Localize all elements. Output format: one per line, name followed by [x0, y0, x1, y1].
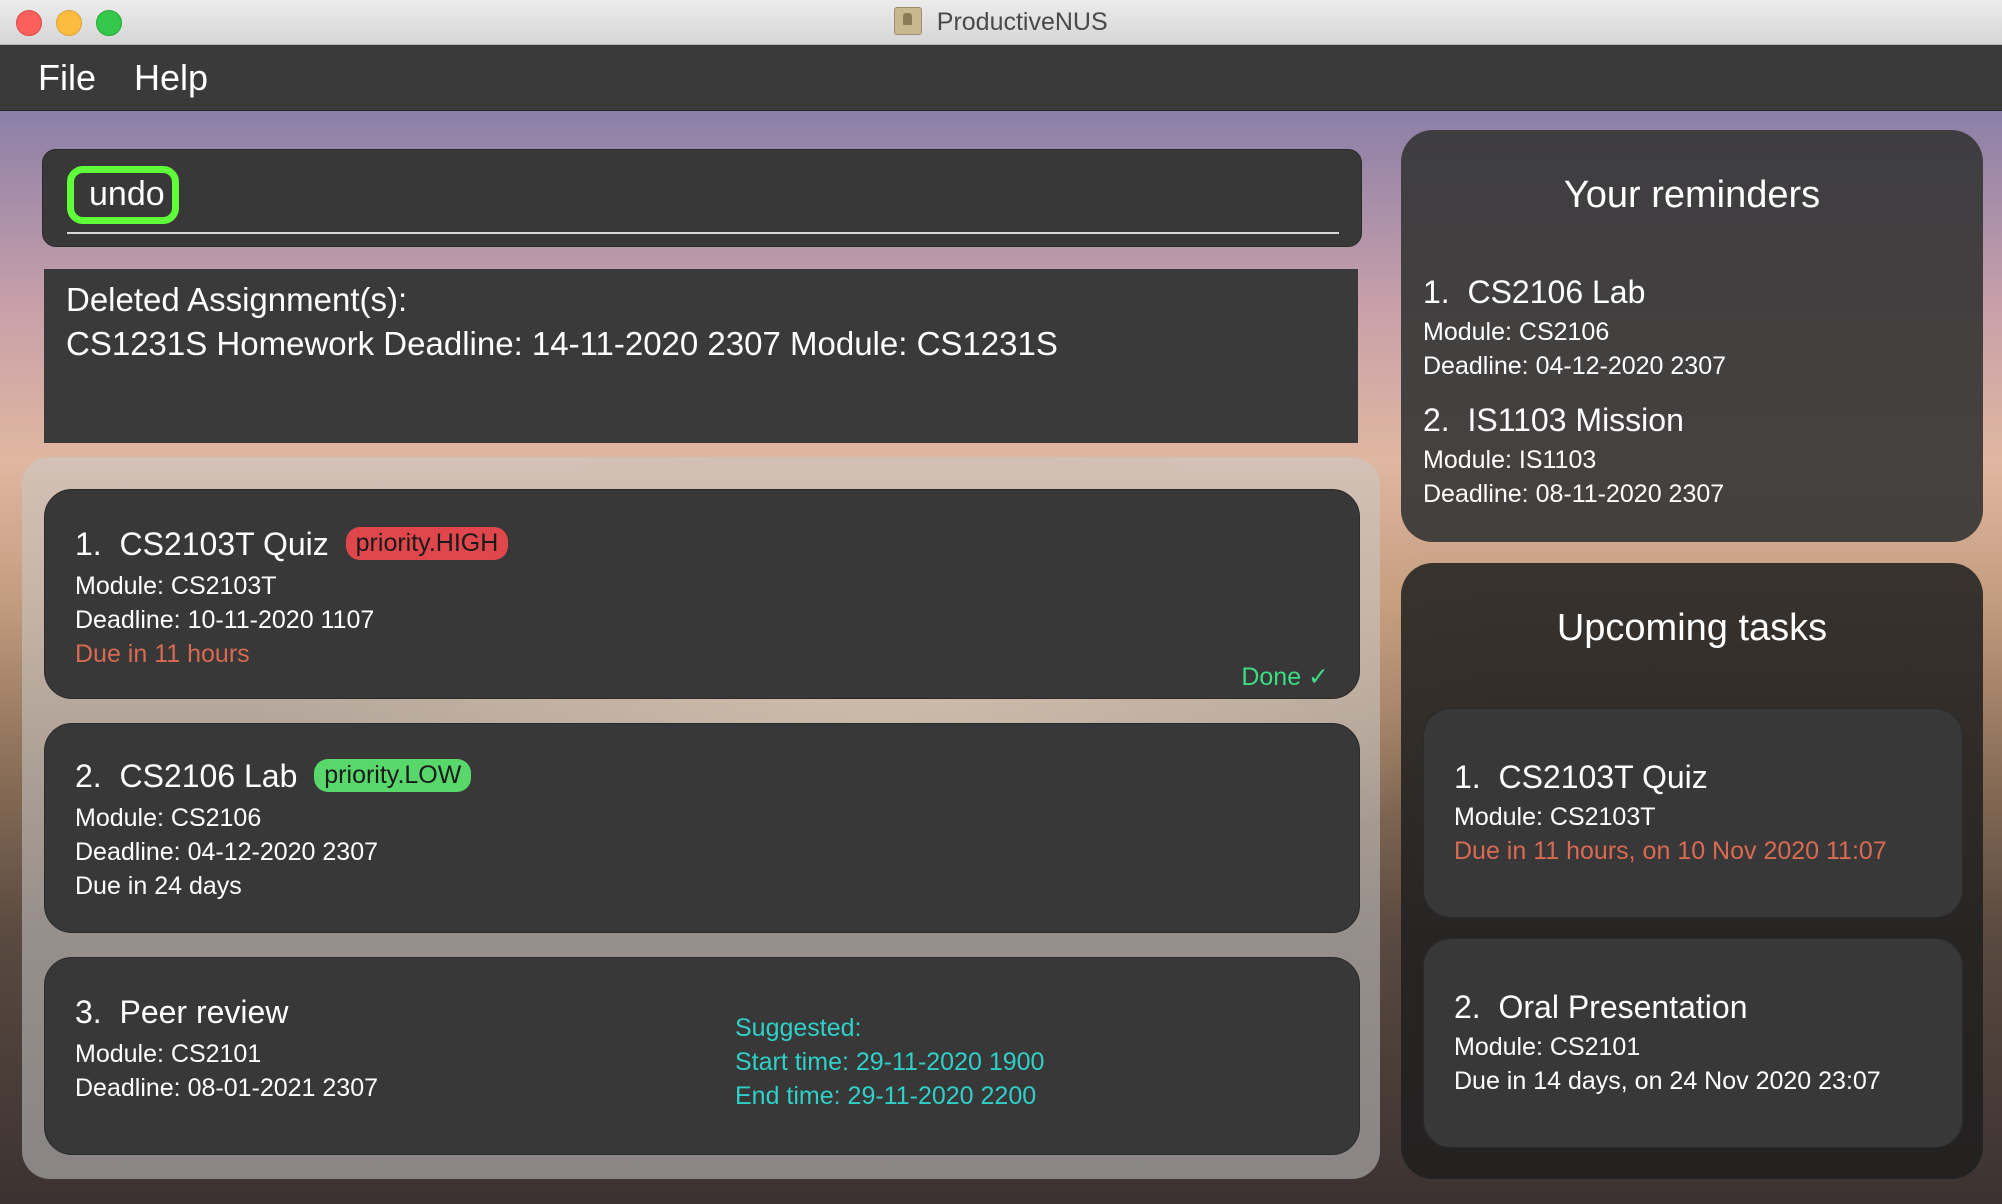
upcoming-task-index: 1.	[1454, 759, 1481, 795]
reminder-index: 1.	[1423, 274, 1450, 310]
reminder-module: Module: IS1103	[1423, 446, 1597, 474]
upcoming-task-title: 2. Oral Presentation	[1454, 989, 1747, 1026]
upcoming-task-card[interactable]: 2. Oral Presentation Module: CS2101 Due …	[1423, 938, 1963, 1148]
assignment-deadline: Deadline: 08-01-2021 2307	[75, 1074, 379, 1102]
reminder-index: 2.	[1423, 402, 1450, 438]
upcoming-task-title: 1. CS2103T Quiz	[1454, 759, 1708, 796]
upcoming-task-name: CS2103T Quiz	[1498, 759, 1708, 795]
assignment-deadline: Deadline: 04-12-2020 2307	[75, 838, 379, 866]
assignment-title: 2. CS2106 Lab priority.LOW	[75, 758, 472, 795]
upcoming-tasks-panel: Upcoming tasks 1. CS2103T Quiz Module: C…	[1401, 563, 1983, 1179]
window-title: ProductiveNUS	[936, 8, 1108, 36]
assignment-index: 1.	[75, 526, 102, 562]
assignment-card[interactable]: 1. CS2103T Quiz priority.HIGH Module: CS…	[44, 489, 1360, 699]
reminder-title: 1. CS2106 Lab	[1423, 274, 1645, 311]
assignment-card[interactable]: 3. Peer review Module: CS2101 Deadline: …	[44, 957, 1360, 1155]
reminder-name: CS2106 Lab	[1467, 274, 1646, 310]
suggested-end-time: End time: 29-11-2020 2200	[735, 1082, 1037, 1110]
title-bar: ProductiveNUS	[0, 0, 2002, 45]
upcoming-heading: Upcoming tasks	[1556, 607, 1828, 649]
reminder-title: 2. IS1103 Mission	[1423, 402, 1684, 439]
menu-file[interactable]: File	[38, 57, 96, 99]
priority-badge: priority.LOW	[314, 759, 472, 793]
assignment-title: 3. Peer review	[75, 994, 288, 1031]
window-title-area: ProductiveNUS	[0, 6, 2002, 37]
command-underline	[67, 232, 1339, 234]
upcoming-task-name: Oral Presentation	[1498, 989, 1748, 1025]
done-status: Done ✓	[1241, 663, 1329, 691]
assignment-card[interactable]: 2. CS2106 Lab priority.LOW Module: CS210…	[44, 723, 1360, 933]
upcoming-task-card[interactable]: 1. CS2103T Quiz Module: CS2103T Due in 1…	[1423, 708, 1963, 918]
result-line-1: Deleted Assignment(s):	[66, 281, 408, 318]
assignment-module: Module: CS2106	[75, 804, 262, 832]
reminder-deadline: Deadline: 04-12-2020 2307	[1423, 352, 1727, 380]
menu-bar: File Help	[0, 45, 2002, 111]
assignment-name: CS2106 Lab	[119, 758, 298, 794]
command-box	[42, 149, 1362, 247]
app-window: ProductiveNUS File Help Deleted Assignme…	[0, 0, 2002, 1204]
assignment-due: Due in 24 days	[75, 872, 242, 900]
reminder-deadline: Deadline: 08-11-2020 2307	[1423, 480, 1725, 508]
command-input[interactable]	[89, 172, 1319, 216]
upcoming-task-due: Due in 14 days, on 24 Nov 2020 23:07	[1454, 1067, 1881, 1095]
upcoming-task-module: Module: CS2103T	[1454, 803, 1656, 831]
upcoming-task-module: Module: CS2101	[1454, 1033, 1641, 1061]
assignment-module: Module: CS2103T	[75, 572, 277, 600]
assignment-name: CS2103T Quiz	[119, 526, 329, 562]
assignment-module: Module: CS2101	[75, 1040, 262, 1068]
result-line-2: CS1231S Homework Deadline: 14-11-2020 23…	[66, 325, 1058, 362]
reminder-module: Module: CS2106	[1423, 318, 1610, 346]
assignment-title: 1. CS2103T Quiz priority.HIGH	[75, 526, 509, 563]
suggested-start-time: Start time: 29-11-2020 1900	[735, 1048, 1045, 1076]
upcoming-task-due: Due in 11 hours, on 10 Nov 2020 11:07	[1454, 837, 1887, 865]
suggested-label: Suggested:	[735, 1014, 862, 1042]
assignment-deadline: Deadline: 10-11-2020 1107	[75, 606, 375, 634]
reminders-heading: Your reminders	[1563, 174, 1821, 216]
menu-help[interactable]: Help	[134, 57, 208, 99]
priority-badge: priority.HIGH	[345, 527, 509, 561]
assignment-name: Peer review	[119, 994, 289, 1030]
app-icon	[894, 6, 923, 35]
assignment-list-panel[interactable]: 1. CS2103T Quiz priority.HIGH Module: CS…	[22, 457, 1380, 1179]
reminder-name: IS1103 Mission	[1467, 402, 1684, 438]
assignment-due: Due in 11 hours	[75, 640, 250, 668]
assignment-index: 3.	[75, 994, 102, 1030]
upcoming-task-index: 2.	[1454, 989, 1481, 1025]
reminders-panel: Your reminders 1. CS2106 Lab Module: CS2…	[1401, 130, 1983, 542]
result-display: Deleted Assignment(s): CS1231S Homework …	[44, 269, 1358, 443]
assignment-index: 2.	[75, 758, 102, 794]
